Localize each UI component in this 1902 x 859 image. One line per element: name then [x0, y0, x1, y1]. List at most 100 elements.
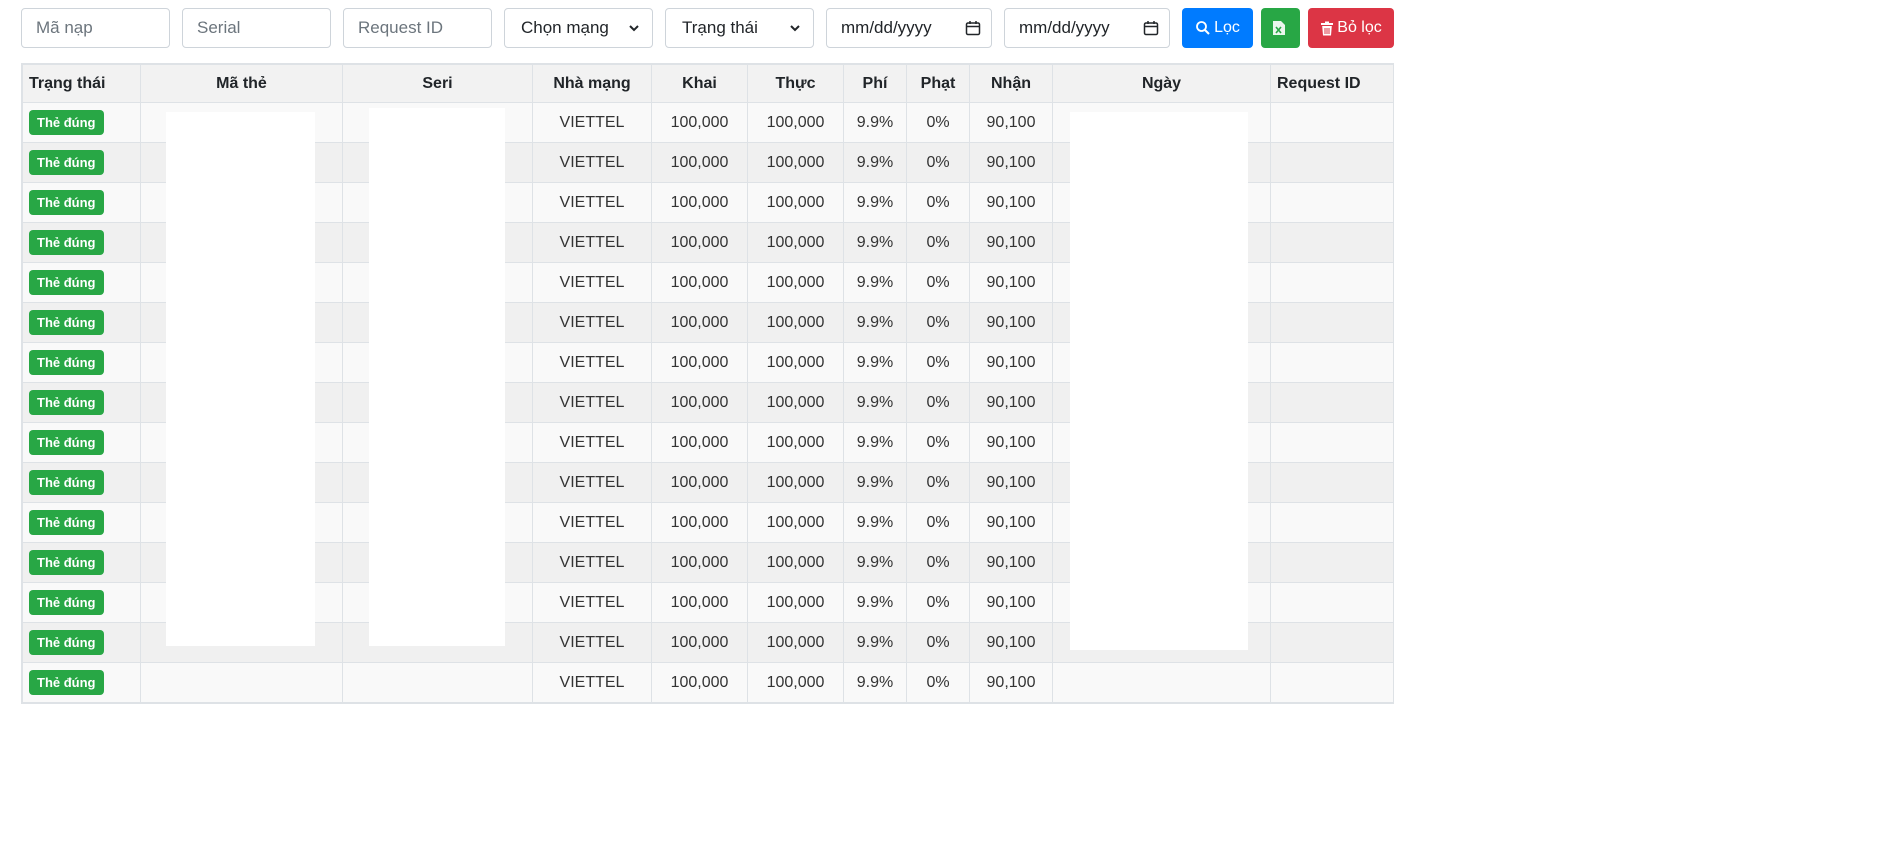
network-select-value: Chọn mạng [521, 18, 609, 37]
cell-fee: 9.9% [843, 182, 907, 223]
calendar-icon[interactable] [1143, 20, 1159, 36]
cell-status: Thẻ đúng [22, 302, 141, 343]
cell-status: Thẻ đúng [22, 142, 141, 183]
cell-declared: 100,000 [651, 662, 748, 703]
cell-received: 90,100 [969, 462, 1053, 503]
status-badge: Thẻ đúng [29, 270, 104, 295]
cell-penalty: 0% [906, 302, 970, 343]
cell-request-id [1270, 542, 1394, 583]
cell-fee: 9.9% [843, 502, 907, 543]
cell-penalty: 0% [906, 662, 970, 703]
cell-actual: 100,000 [747, 662, 844, 703]
excel-file-icon [1273, 21, 1285, 35]
calendar-icon[interactable] [965, 20, 981, 36]
cell-status: Thẻ đúng [22, 542, 141, 583]
cell-network: VIETTEL [532, 302, 652, 343]
cell-actual: 100,000 [747, 422, 844, 463]
trash-icon [1321, 21, 1334, 35]
network-select[interactable]: Chọn mạng [504, 8, 653, 48]
table-row: Thẻ đúng VIETTEL 100,000 100,000 9.9% 0% 90,10… [22, 662, 1394, 703]
cell-penalty: 0% [906, 102, 970, 143]
cell-card-code [140, 662, 343, 703]
cell-received: 90,100 [969, 502, 1053, 543]
cell-received: 90,100 [969, 662, 1053, 703]
cell-fee: 9.9% [843, 342, 907, 383]
clear-filter-button[interactable]: Bỏ lọc [1308, 8, 1394, 48]
cell-received: 90,100 [969, 382, 1053, 423]
cell-status: Thẻ đúng [22, 662, 141, 703]
search-icon [1196, 21, 1210, 35]
cell-status: Thẻ đúng [22, 222, 141, 263]
cell-actual: 100,000 [747, 582, 844, 623]
transactions-table: Trạng thái Mã thẻ Seri Nhà mạng Khai Thự… [21, 63, 1394, 704]
cell-status: Thẻ đúng [22, 102, 141, 143]
cell-status: Thẻ đúng [22, 462, 141, 503]
cell-declared: 100,000 [651, 342, 748, 383]
cell-fee: 9.9% [843, 422, 907, 463]
header-declared[interactable]: Khai [651, 64, 748, 103]
cell-declared: 100,000 [651, 102, 748, 143]
table-header-row: Trạng thái Mã thẻ Seri Nhà mạng Khai Thự… [22, 64, 1394, 103]
status-badge: Thẻ đúng [29, 590, 104, 615]
header-status[interactable]: Trạng thái [22, 64, 141, 103]
date-to-input[interactable]: mm/dd/yyyy [1004, 8, 1170, 48]
cell-status: Thẻ đúng [22, 622, 141, 663]
serial-input[interactable]: Serial [182, 8, 331, 48]
cell-actual: 100,000 [747, 222, 844, 263]
cell-status: Thẻ đúng [22, 382, 141, 423]
cell-request-id [1270, 302, 1394, 343]
cell-received: 90,100 [969, 542, 1053, 583]
cell-received: 90,100 [969, 262, 1053, 303]
cell-declared: 100,000 [651, 542, 748, 583]
cell-fee: 9.9% [843, 622, 907, 663]
cell-status: Thẻ đúng [22, 422, 141, 463]
request-id-input[interactable]: Request ID [343, 8, 492, 48]
header-request-id[interactable]: Request ID [1270, 64, 1394, 103]
cell-fee: 9.9% [843, 262, 907, 303]
cell-status: Thẻ đúng [22, 182, 141, 223]
cell-declared: 100,000 [651, 222, 748, 263]
header-card-code[interactable]: Mã thẻ [140, 64, 343, 103]
header-network[interactable]: Nhà mạng [532, 64, 652, 103]
header-received[interactable]: Nhận [969, 64, 1053, 103]
status-badge: Thẻ đúng [29, 630, 104, 655]
cell-declared: 100,000 [651, 462, 748, 503]
cell-fee: 9.9% [843, 542, 907, 583]
cell-declared: 100,000 [651, 142, 748, 183]
cell-actual: 100,000 [747, 382, 844, 423]
header-fee[interactable]: Phí [843, 64, 907, 103]
cell-declared: 100,000 [651, 502, 748, 543]
status-select-value: Trạng thái [682, 18, 758, 37]
redacted-dates [1070, 112, 1248, 650]
status-badge: Thẻ đúng [29, 550, 104, 575]
header-serial[interactable]: Seri [342, 64, 533, 103]
cell-actual: 100,000 [747, 502, 844, 543]
cell-received: 90,100 [969, 342, 1053, 383]
cell-fee: 9.9% [843, 662, 907, 703]
cell-request-id [1270, 662, 1394, 703]
cell-received: 90,100 [969, 302, 1053, 343]
export-excel-button[interactable] [1261, 8, 1300, 48]
cell-penalty: 0% [906, 542, 970, 583]
date-from-input[interactable]: mm/dd/yyyy [826, 8, 992, 48]
cell-network: VIETTEL [532, 662, 652, 703]
cell-actual: 100,000 [747, 542, 844, 583]
cell-penalty: 0% [906, 422, 970, 463]
header-date[interactable]: Ngày [1052, 64, 1271, 103]
cell-declared: 100,000 [651, 622, 748, 663]
cell-network: VIETTEL [532, 502, 652, 543]
cell-request-id [1270, 102, 1394, 143]
header-actual[interactable]: Thực [747, 64, 844, 103]
ma-nap-input[interactable]: Mã nạp [21, 8, 170, 48]
cell-network: VIETTEL [532, 462, 652, 503]
header-penalty[interactable]: Phạt [906, 64, 970, 103]
cell-request-id [1270, 462, 1394, 503]
cell-received: 90,100 [969, 182, 1053, 223]
status-badge: Thẻ đúng [29, 430, 104, 455]
filter-button[interactable]: Lọc [1182, 8, 1253, 48]
cell-fee: 9.9% [843, 142, 907, 183]
status-badge: Thẻ đúng [29, 110, 104, 135]
status-select[interactable]: Trạng thái [665, 8, 814, 48]
cell-actual: 100,000 [747, 462, 844, 503]
cell-network: VIETTEL [532, 262, 652, 303]
